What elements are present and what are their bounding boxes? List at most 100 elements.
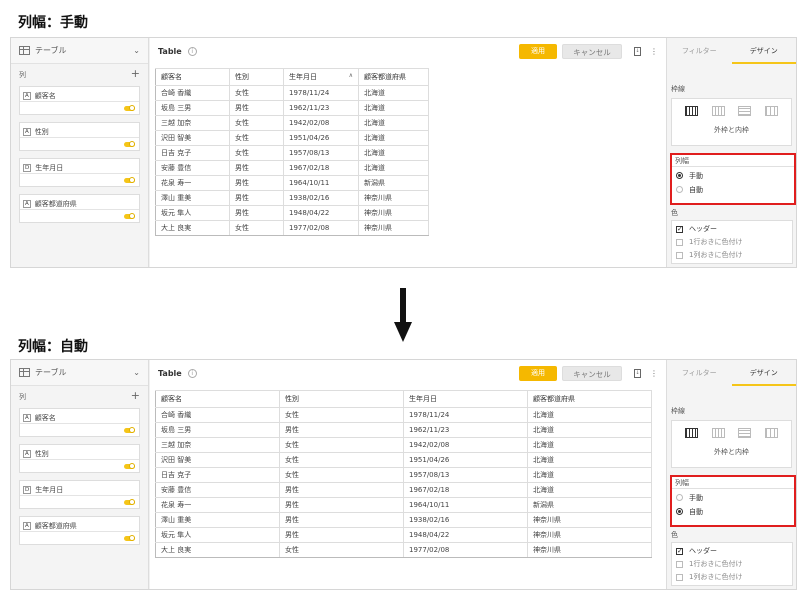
tab-filter[interactable]: フィルター xyxy=(667,360,732,386)
add-column-button[interactable]: + xyxy=(131,390,140,402)
field-toggle[interactable] xyxy=(124,141,135,147)
more-icon[interactable]: ⋮ xyxy=(650,369,658,378)
apply-button[interactable]: 適用 xyxy=(519,43,557,59)
fields-pane: テーブル ⌄ 列 + A 顧客名 A 性別 D 生年月日 A 顧客都道府県 xyxy=(11,38,149,267)
table-cell: 北海道 xyxy=(527,482,652,498)
field-item[interactable]: D 生年月日 xyxy=(19,158,140,187)
field-item[interactable]: A 性別 xyxy=(19,444,140,473)
tab-design[interactable]: デザイン xyxy=(731,360,796,386)
border-all-icon[interactable] xyxy=(684,428,698,438)
checkbox: ✓ xyxy=(676,546,683,555)
table-row: 沢田 智美 女性 1951/04/26 北海道 xyxy=(155,452,652,468)
cancel-button[interactable]: キャンセル xyxy=(562,43,622,59)
field-name: 性別 xyxy=(34,127,49,136)
border-vertical-icon[interactable] xyxy=(765,428,779,438)
type-badge: A xyxy=(23,199,31,208)
border-horizontal-icon[interactable] xyxy=(738,106,752,116)
table-cell: 1948/04/22 xyxy=(403,527,528,543)
border-inner-icon[interactable] xyxy=(711,428,725,438)
field-toggle[interactable] xyxy=(124,499,135,505)
table-selector[interactable]: テーブル ⌄ xyxy=(11,38,148,64)
column-header[interactable]: 顧客名 xyxy=(155,68,230,86)
column-header[interactable]: 顧客都道府県 xyxy=(527,390,652,408)
table-icon xyxy=(19,46,30,55)
table-row: 日吉 克子 女性 1957/08/13 北海道 xyxy=(155,467,652,483)
border-vertical-icon[interactable] xyxy=(765,106,779,116)
add-column-button[interactable]: + xyxy=(131,68,140,80)
border-horizontal-icon[interactable] xyxy=(738,428,752,438)
radio-manual[interactable]: 手動 xyxy=(672,167,794,181)
table-cell: 1942/02/08 xyxy=(283,115,359,131)
field-item[interactable]: A 顧客名 xyxy=(19,408,140,437)
table-row: 沢田 智美 女性 1951/04/26 北海道 xyxy=(155,130,429,146)
tab-filter[interactable]: フィルター xyxy=(667,38,732,64)
more-icon[interactable]: ⋮ xyxy=(650,47,658,56)
border-inner-icon[interactable] xyxy=(711,106,725,116)
border-all-icon[interactable] xyxy=(684,106,698,116)
table-cell: 男性 xyxy=(279,512,404,528)
column-header[interactable]: 性別 xyxy=(229,68,284,86)
column-header[interactable]: 顧客名 xyxy=(155,390,280,408)
table-cell: 坂元 隼人 xyxy=(155,527,280,543)
field-toggle[interactable] xyxy=(124,213,135,219)
field-toggle[interactable] xyxy=(124,177,135,183)
table-cell: 1977/02/08 xyxy=(283,220,359,236)
color-label: 色 xyxy=(671,209,678,217)
field-toggle[interactable] xyxy=(124,463,135,469)
column-header[interactable]: 生年月日 ∧ xyxy=(283,68,359,86)
table-cell: 1964/10/11 xyxy=(403,497,528,513)
table-cell: 1967/02/18 xyxy=(403,482,528,498)
field-toggle[interactable] xyxy=(124,535,135,541)
check-row-stripe[interactable]: 1行おきに色付け xyxy=(672,234,792,247)
table-row: 安藤 豊信 男性 1967/02/18 北海道 xyxy=(155,482,652,498)
color-options: ✓ ヘッダー 1行おきに色付け 1列おきに色付け xyxy=(671,220,793,264)
info-icon[interactable]: i xyxy=(187,368,197,378)
check-column-stripe[interactable]: 1列おきに色付け xyxy=(672,247,792,260)
radio-auto[interactable]: 自動 xyxy=(672,503,794,517)
field-item[interactable]: A 性別 xyxy=(19,122,140,151)
down-arrowhead-icon xyxy=(394,322,412,342)
table-selector-label: テーブル xyxy=(35,46,67,55)
table-selector[interactable]: テーブル ⌄ xyxy=(11,360,148,386)
radio-label: 自動 xyxy=(689,507,703,516)
info-icon[interactable]: i xyxy=(187,46,197,56)
column-header[interactable]: 性別 xyxy=(279,390,404,408)
table-cell: 男性 xyxy=(229,190,284,206)
export-icon[interactable]: ↓ xyxy=(634,368,641,378)
column-header[interactable]: 生年月日 xyxy=(403,390,528,408)
fields-pane: テーブル ⌄ 列 + A 顧客名 A 性別 D 生年月日 A 顧客都道府県 xyxy=(11,360,149,589)
table-cell: 女性 xyxy=(279,542,404,558)
check-header[interactable]: ✓ ヘッダー xyxy=(672,543,792,556)
checkbox-label: 1列おきに色付け xyxy=(689,251,743,259)
table-icon xyxy=(19,368,30,377)
export-icon[interactable]: ↓ xyxy=(634,46,641,56)
table-cell: 大上 良実 xyxy=(155,542,280,558)
table-cell: 1938/02/16 xyxy=(283,190,359,206)
cancel-button[interactable]: キャンセル xyxy=(562,365,622,381)
table-cell: 神奈川県 xyxy=(527,512,652,528)
chevron-down-icon: ⌄ xyxy=(133,368,140,377)
tab-design[interactable]: デザイン xyxy=(731,38,796,64)
column-width-label: 列幅 xyxy=(672,155,794,167)
heading-auto: 列幅：自動 xyxy=(18,339,88,355)
border-options: 外枠と内枠 xyxy=(671,98,792,146)
column-header[interactable]: 顧客都道府県 xyxy=(358,68,429,86)
checkbox-label: 1行おきに色付け xyxy=(689,238,743,246)
field-item[interactable]: A 顧客名 xyxy=(19,86,140,115)
table-cell: 女性 xyxy=(229,115,284,131)
check-column-stripe[interactable]: 1列おきに色付け xyxy=(672,569,792,582)
field-item[interactable]: D 生年月日 xyxy=(19,480,140,509)
check-row-stripe[interactable]: 1行おきに色付け xyxy=(672,556,792,569)
field-name: 性別 xyxy=(34,449,49,458)
field-toggle[interactable] xyxy=(124,105,135,111)
table-row: 花泉 寿一 男性 1964/10/11 新潟県 xyxy=(155,497,652,513)
radio-manual[interactable]: 手動 xyxy=(672,489,794,503)
sort-ascending-icon[interactable]: ∧ xyxy=(349,72,353,79)
apply-button[interactable]: 適用 xyxy=(519,365,557,381)
check-header[interactable]: ✓ ヘッダー xyxy=(672,221,792,234)
field-toggle[interactable] xyxy=(124,427,135,433)
field-item[interactable]: A 顧客都道府県 xyxy=(19,516,140,545)
radio-auto[interactable]: 自動 xyxy=(672,181,794,195)
field-item[interactable]: A 顧客都道府県 xyxy=(19,194,140,223)
color-options: ✓ ヘッダー 1行おきに色付け 1列おきに色付け xyxy=(671,542,793,586)
